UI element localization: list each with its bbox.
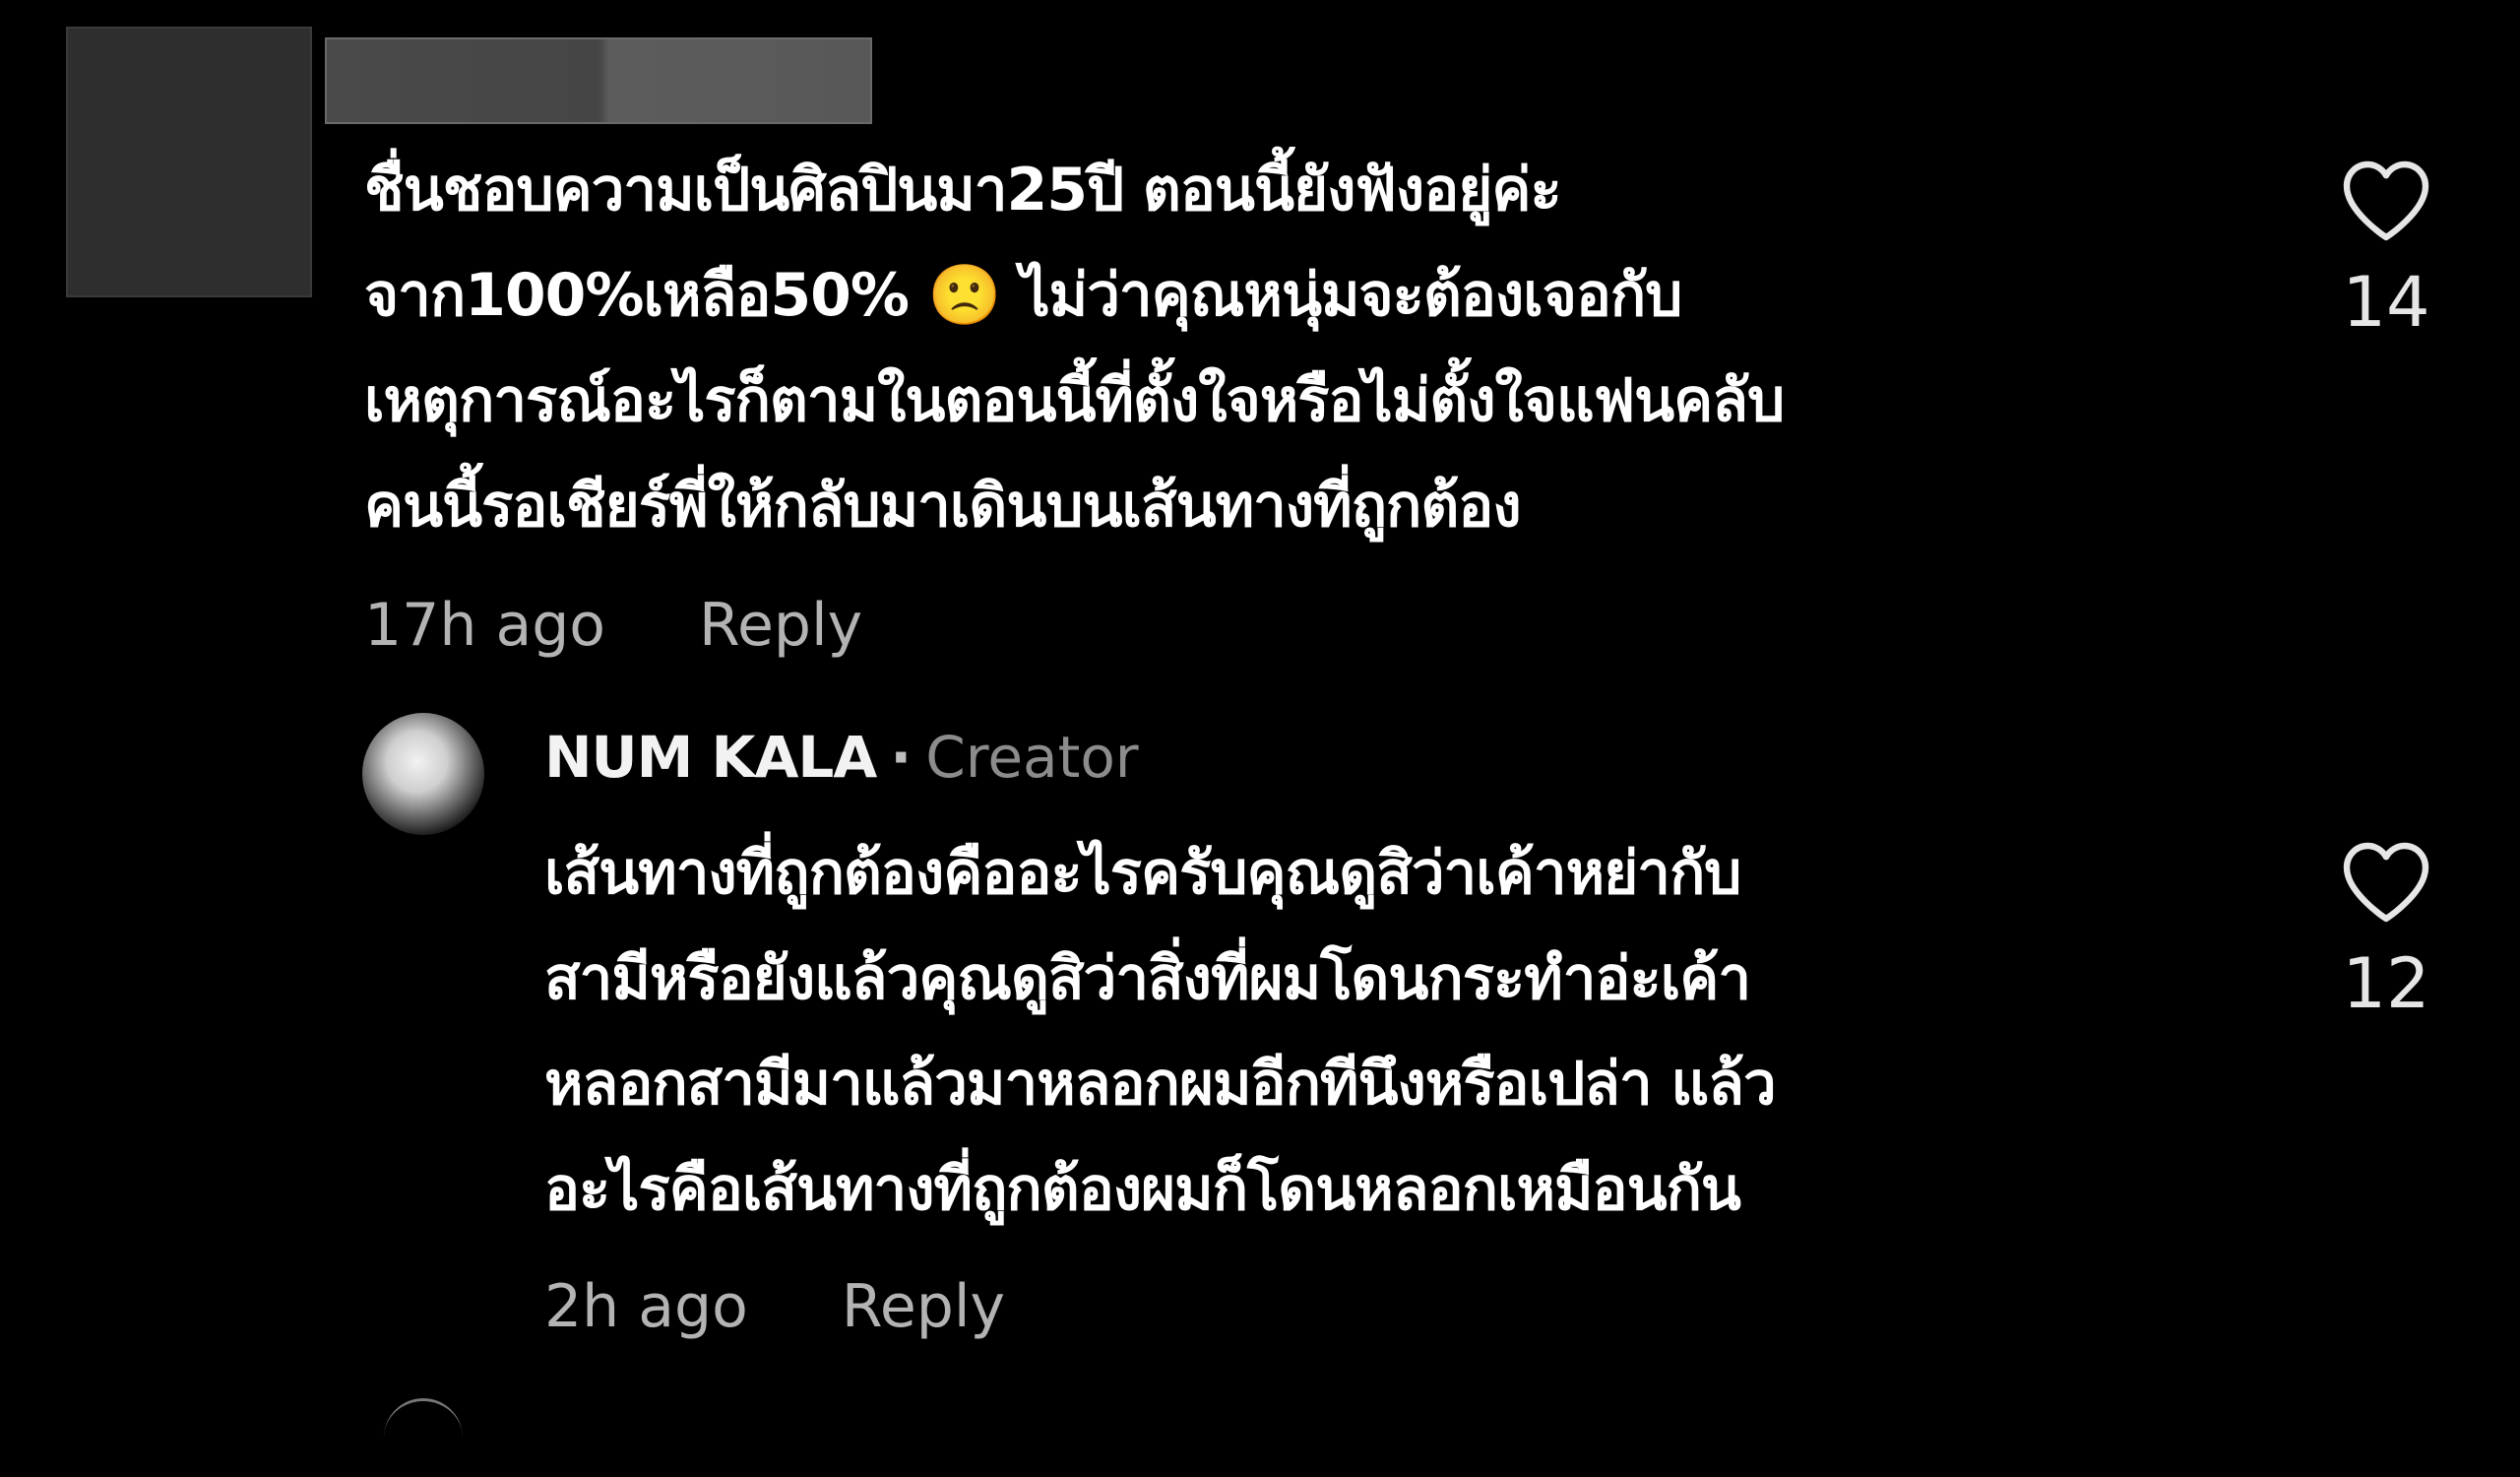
comment-like-count: 14 <box>2342 262 2430 343</box>
comment-meta: 17h ago Reply <box>364 591 862 660</box>
comment-like-group: 14 <box>2307 156 2465 343</box>
commenter-username-redacted[interactable] <box>325 37 872 124</box>
next-comment-avatar[interactable] <box>384 1398 463 1477</box>
heart-outline-icon[interactable] <box>2339 156 2433 248</box>
reply-like-group: 12 <box>2307 837 2465 1024</box>
reply-like-count: 12 <box>2342 943 2430 1024</box>
comment-timestamp: 17h ago <box>364 591 606 660</box>
reply-author-name[interactable]: NUM KALA <box>544 724 877 791</box>
reply-timestamp: 2h ago <box>544 1272 748 1341</box>
reply-author-avatar[interactable] <box>362 713 484 835</box>
comment-text: ชื่นชอบความเป็นศิลปินมา25ปี ตอนนี้ยังฟัง… <box>364 156 1785 541</box>
comment-reply-button[interactable]: Reply <box>699 591 862 660</box>
reply-author-row: NUM KALA · Creator <box>544 724 1139 791</box>
reply-reply-button[interactable]: Reply <box>842 1272 1005 1341</box>
separator-dot: · <box>890 724 913 791</box>
commenter-avatar-redacted[interactable] <box>66 27 312 297</box>
reply-text: เส้นทางที่ถูกต้องคืออะไรครับคุณดูสิว่าเค… <box>544 839 1777 1224</box>
reply-meta: 2h ago Reply <box>544 1272 1005 1341</box>
creator-badge: Creator <box>925 724 1139 791</box>
heart-outline-icon[interactable] <box>2339 837 2433 930</box>
